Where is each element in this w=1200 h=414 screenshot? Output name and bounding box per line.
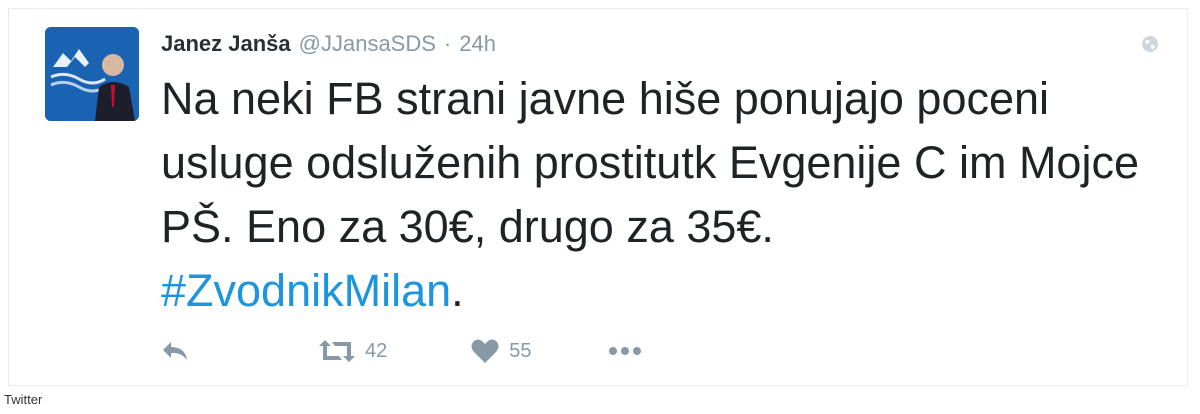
retweet-count: 42: [365, 339, 388, 362]
like-button[interactable]: 55: [471, 339, 532, 363]
tweet-body: Na neki FB strani javne hiše ponujajo po…: [161, 73, 1139, 252]
globe-icon: [1142, 36, 1158, 52]
source-caption: Twitter: [4, 392, 43, 407]
like-count: 55: [509, 339, 532, 362]
author-handle[interactable]: @JJansaSDS: [299, 31, 436, 57]
tweet-card: Janez Janša @JJansaSDS · 24h Na neki FB …: [8, 8, 1188, 386]
tweet-text: Na neki FB strani javne hiše ponujajo po…: [161, 67, 1161, 323]
avatar-image: [45, 27, 139, 121]
retweet-icon: [319, 340, 355, 362]
header-separator: ·: [443, 31, 452, 56]
tweet-timestamp[interactable]: 24h: [459, 31, 496, 57]
retweet-button[interactable]: 42: [319, 340, 387, 363]
tweet-text-end: .: [451, 265, 464, 316]
more-button[interactable]: [608, 346, 642, 356]
reply-button[interactable]: [161, 340, 191, 362]
heart-icon: [471, 339, 499, 363]
author-name[interactable]: Janez Janša: [161, 31, 291, 57]
avatar[interactable]: [45, 27, 139, 121]
tweet-actions: 42 55: [161, 339, 642, 363]
hashtag-link[interactable]: #ZvodnikMilan: [161, 265, 451, 316]
tweet-header: Janez Janša @JJansaSDS · 24h: [161, 31, 496, 57]
reply-icon: [163, 342, 187, 360]
more-dots-icon: [608, 347, 641, 355]
